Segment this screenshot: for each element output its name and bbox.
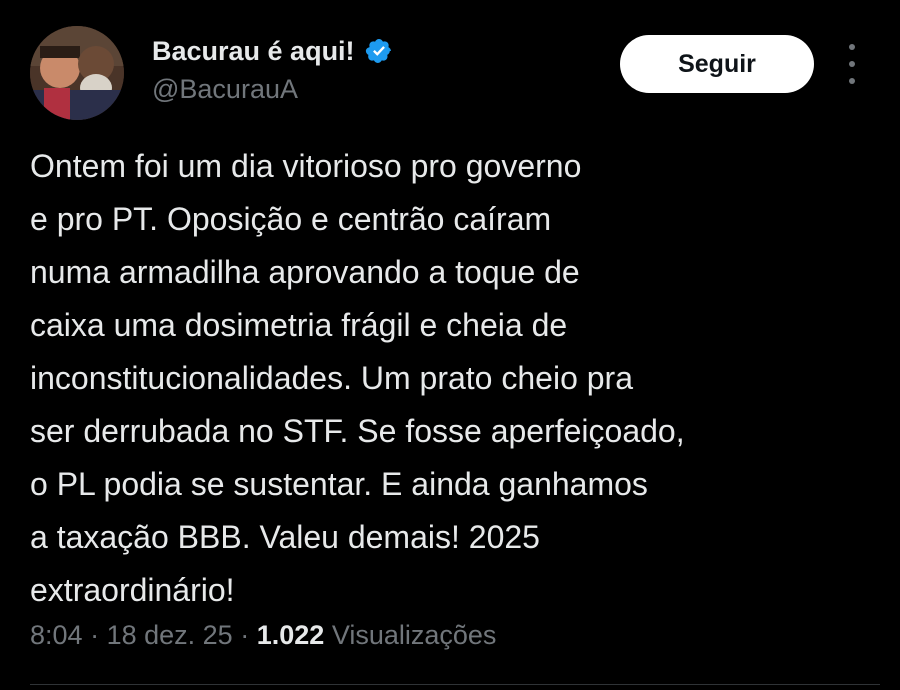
author-handle[interactable]: @BacurauA bbox=[152, 74, 298, 105]
dot bbox=[849, 44, 855, 50]
avatar[interactable] bbox=[30, 26, 124, 120]
tweet-card: Bacurau é aqui! @BacurauA Seguir Ontem f… bbox=[0, 0, 900, 690]
divider bbox=[30, 684, 880, 685]
tweet-time[interactable]: 8:04 bbox=[30, 620, 83, 650]
tweet-meta: 8:04 · 18 dez. 25 · 1.022 Visualizações bbox=[30, 613, 496, 657]
dot bbox=[849, 78, 855, 84]
display-name[interactable]: Bacurau é aqui! bbox=[152, 36, 355, 67]
author-name-row: Bacurau é aqui! bbox=[152, 33, 393, 69]
tweet-date[interactable]: 18 dez. 25 bbox=[107, 620, 233, 650]
meta-separator: · bbox=[240, 620, 250, 650]
follow-button[interactable]: Seguir bbox=[620, 35, 814, 93]
verified-badge-icon bbox=[365, 39, 391, 63]
meta-separator: · bbox=[90, 620, 100, 650]
tweet-text: Ontem foi um dia vitorioso pro governo e… bbox=[30, 148, 685, 608]
more-vertical-icon[interactable] bbox=[838, 44, 866, 84]
dot bbox=[849, 61, 855, 67]
views-label: Visualizações bbox=[331, 620, 497, 650]
views-count: 1.022 bbox=[256, 620, 325, 650]
profile-photo-icon bbox=[30, 26, 124, 120]
